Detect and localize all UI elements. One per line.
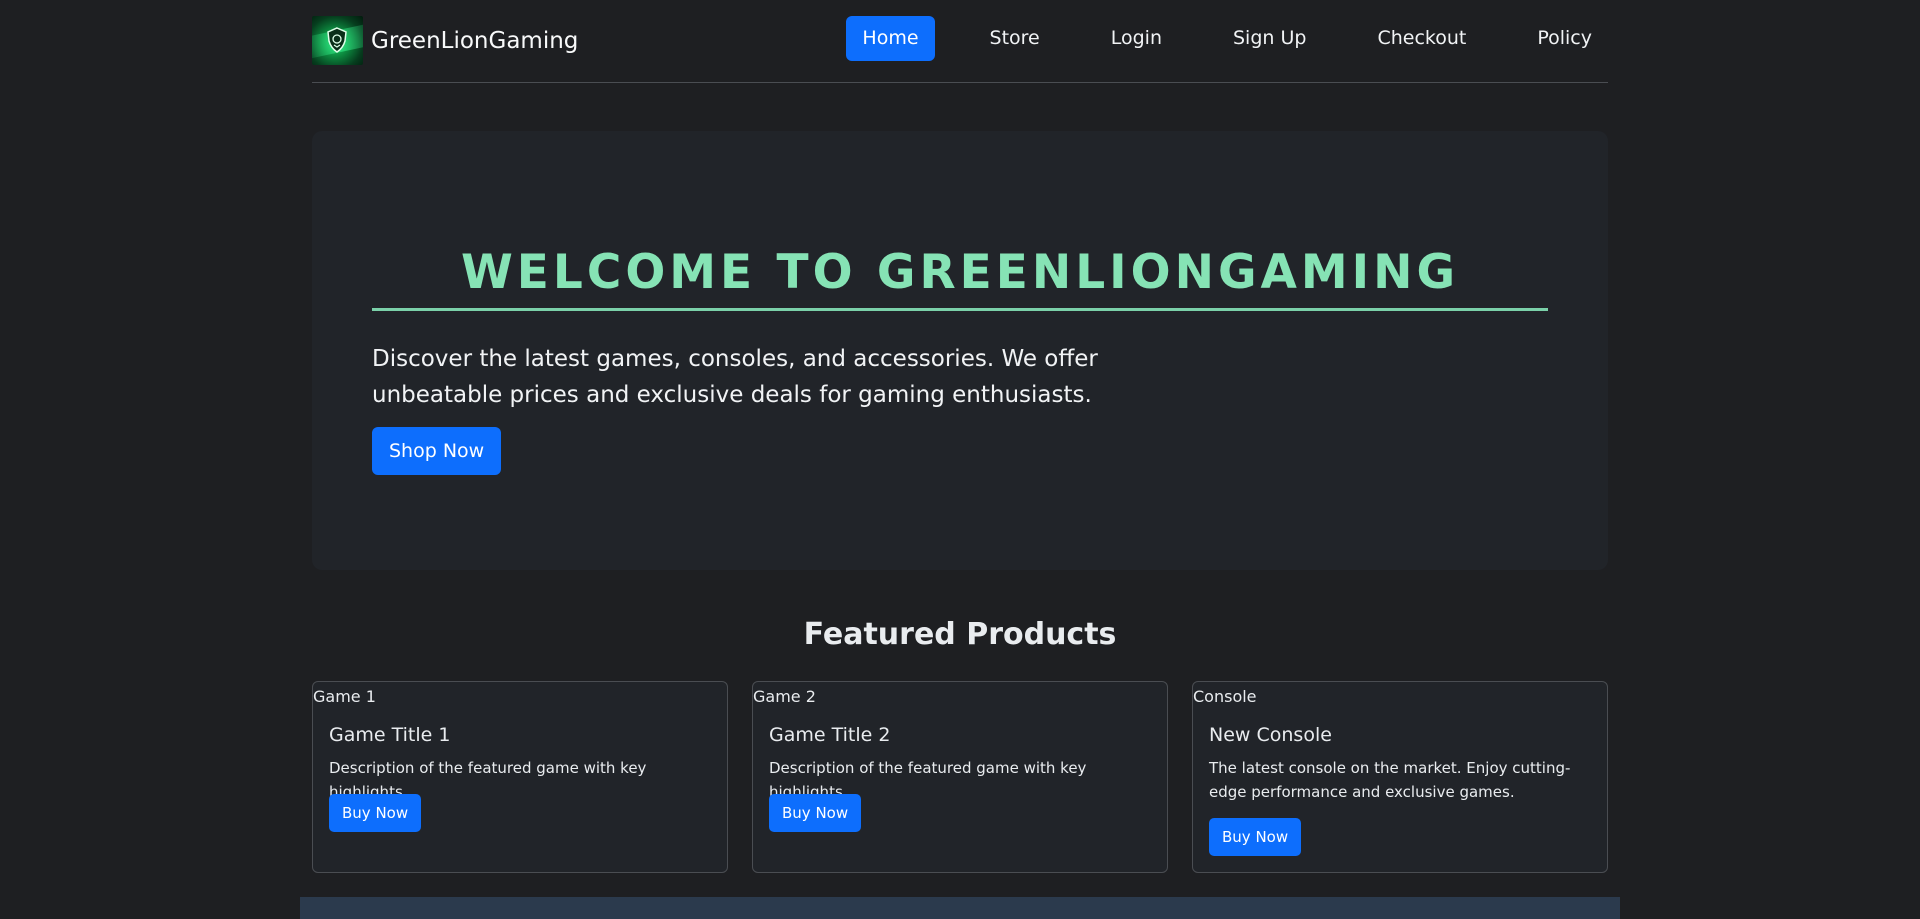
hero-title: WELCOME TO GREENLIONGAMING [372,249,1548,311]
nav-policy[interactable]: Policy [1521,16,1608,61]
site-header: GreenLionGaming Home Store Login Sign Up… [312,0,1608,83]
nav-sign-up[interactable]: Sign Up [1217,16,1322,61]
page: GreenLionGaming Home Store Login Sign Up… [0,0,1920,919]
product-title: New Console [1209,724,1332,746]
product-card-console: Console New Console The latest console o… [1192,681,1608,873]
nav-home[interactable]: Home [846,16,935,61]
buy-now-button[interactable]: Buy Now [1209,818,1302,856]
product-image: Game 2 [753,687,816,706]
product-image: Console [1193,687,1257,706]
footer [300,897,1620,919]
product-title: Game Title 2 [769,724,891,746]
buy-now-button[interactable]: Buy Now [769,794,862,832]
featured-products-title: Featured Products [803,617,1117,652]
nav-checkout[interactable]: Checkout [1361,16,1482,61]
product-card-game-1: Game 1 Game Title 1 Description of the f… [312,681,728,873]
product-card-game-2: Game 2 Game Title 2 Description of the f… [752,681,1168,873]
lion-shield-logo [312,16,363,65]
shop-now-button[interactable]: Shop Now [372,427,502,475]
main-nav: Home Store Login Sign Up Checkout Policy [846,16,1608,61]
buy-now-button[interactable]: Buy Now [329,794,422,832]
brand[interactable]: GreenLionGaming [312,16,578,65]
hero-description: Discover the latest games, consoles, and… [372,346,1098,408]
hero-section: WELCOME TO GREENLIONGAMING Discover the … [312,131,1608,570]
brand-name: GreenLionGaming [371,27,579,54]
nav-store[interactable]: Store [974,16,1056,61]
product-image: Game 1 [313,687,376,706]
product-description: The latest console on the market. Enjoy … [1209,759,1571,801]
nav-login[interactable]: Login [1095,16,1178,61]
product-title: Game Title 1 [329,724,451,746]
